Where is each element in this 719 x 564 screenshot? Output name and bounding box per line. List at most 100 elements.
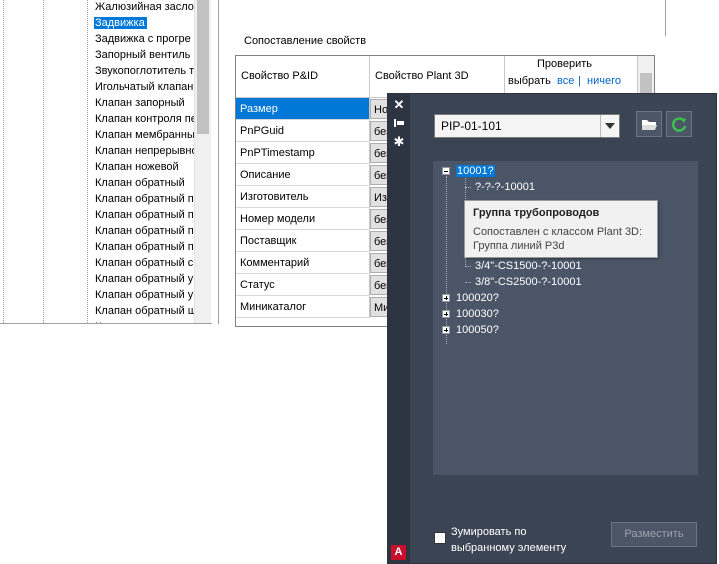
tree-line — [446, 176, 447, 344]
close-icon[interactable]: ✕ — [392, 98, 406, 112]
pid-property-cell[interactable]: Миникаталог — [236, 296, 370, 318]
tree-item[interactable]: Игольчатый клапан — [94, 80, 195, 95]
collapse-icon[interactable] — [442, 167, 450, 175]
expand-icon[interactable] — [442, 310, 450, 318]
tree-item-label: Клапан обратный у — [95, 289, 194, 301]
app-logo: A — [391, 545, 406, 560]
tree-node-collapsed[interactable]: 100030? — [456, 306, 499, 322]
settings-icon[interactable]: ✱ — [392, 135, 406, 149]
tree-item-label: Клапан обратный — [95, 177, 185, 189]
tree-line — [465, 282, 471, 283]
tree-node-child[interactable]: 3/8"-CS2500-?-10001 — [475, 274, 582, 290]
line-group-value: PIP-01-101 — [441, 119, 502, 133]
tree-item[interactable]: Клапан обратный — [94, 176, 187, 191]
tree-item[interactable]: Клапан обратный п — [94, 192, 196, 207]
divider — [0, 323, 212, 324]
tooltip-title: Группа трубопроводов — [473, 207, 600, 219]
column-header-pid[interactable]: Свойство P&ID — [236, 56, 370, 98]
tree-item[interactable]: Клапан контроля пе — [94, 112, 199, 127]
tree-node-collapsed[interactable]: 100050? — [456, 322, 499, 338]
column-header-pid-label: Свойство P&ID — [241, 70, 319, 82]
tree-item-label: Клапан непрерывно — [95, 145, 198, 157]
tree-item[interactable]: Клапан запорный — [94, 96, 187, 111]
tree-guide-lines — [3, 0, 88, 324]
open-folder-button[interactable] — [636, 111, 662, 137]
zoom-checkbox[interactable] — [434, 532, 446, 544]
tree-node-collapsed[interactable]: 100020? — [456, 290, 499, 306]
tree-item[interactable]: Клапан обратный щ — [94, 304, 199, 319]
tooltip-line: Сопоставлен с классом Plant 3D: — [473, 226, 643, 238]
tree-item[interactable]: Звукопоглотитель т — [94, 64, 196, 79]
pid-property-cell[interactable]: PnPTimestamp — [236, 142, 370, 164]
refresh-button[interactable] — [666, 111, 692, 137]
tooltip-body: Сопоставлен с классом Plant 3D: Группа л… — [473, 225, 642, 253]
tree-item[interactable]: Клапан обратный п — [94, 224, 196, 239]
tree-scrollbar[interactable] — [194, 0, 211, 324]
tree-item[interactable]: Задвижка — [94, 16, 147, 31]
tree-item-label: Клапан мембранны — [95, 129, 195, 141]
tree-node-root[interactable]: 10001? — [456, 163, 495, 179]
tree-item-label: Клапан обратный п — [95, 209, 194, 221]
link-separator: | — [578, 75, 581, 87]
folder-icon — [642, 120, 657, 130]
column-header-plant-label: Свойство Plant 3D — [375, 70, 469, 82]
tree-line — [465, 266, 471, 267]
tree-item-label: Игольчатый клапан — [95, 81, 194, 93]
column-header-check: Проверить выбрать все | ничего — [505, 56, 638, 98]
pid-property-cell[interactable]: Поставщик — [236, 230, 370, 252]
mapping-title: Сопоставление свойств — [244, 35, 367, 47]
tree-item[interactable]: Задвижка с прогре — [94, 32, 193, 47]
tree-item-label: Клапан обратный щ — [95, 305, 197, 317]
select-all-link[interactable]: все — [557, 75, 574, 87]
pid-property-cell[interactable]: Изготовитель — [236, 186, 370, 208]
select-label: выбрать — [508, 75, 551, 87]
tree-item[interactable]: Клапан обратный п — [94, 208, 196, 223]
pid-property-cell[interactable]: Описание — [236, 164, 370, 186]
tooltip: Группа трубопроводов Сопоставлен с класс… — [464, 200, 658, 258]
pid-property-cell[interactable]: Комментарий — [236, 252, 370, 274]
tree-item[interactable]: Клапан ножевой — [94, 160, 181, 175]
palette-title-bar[interactable]: ✕ ✱ СПИСОК ЛИНИЙ P&ID A — [340, 94, 410, 563]
expand-icon[interactable] — [442, 326, 450, 334]
pid-property-cell[interactable]: Размер — [236, 98, 370, 120]
tree-item-label: Запорный вентиль — [95, 49, 191, 61]
tree-item-label: Задвижка с прогре — [95, 33, 191, 45]
tree-item[interactable]: Клапан непрерывно — [94, 144, 200, 159]
expand-icon[interactable] — [442, 294, 450, 302]
zoom-checkbox-label: Зумировать по выбранному элементу — [451, 526, 567, 554]
tree-item[interactable]: Запорный вентиль — [94, 48, 192, 63]
refresh-icon — [672, 117, 687, 132]
place-button[interactable]: Разместить — [611, 522, 697, 547]
pid-line-list-palette: ✕ ✱ СПИСОК ЛИНИЙ P&ID A PIP-01-101 10001… — [340, 93, 717, 564]
pid-property-cell[interactable]: Статус — [236, 274, 370, 296]
tree-line — [465, 187, 471, 188]
tree-scroll-thumb[interactable] — [197, 0, 209, 134]
tree-item[interactable]: Жалюзийная засло — [94, 0, 196, 15]
check-header-label: Проверить — [537, 58, 593, 70]
tree-item-label: Клапан обратный у — [95, 273, 194, 285]
pin-icon[interactable] — [392, 116, 406, 130]
select-none-link[interactable]: ничего — [587, 75, 621, 87]
tree-item[interactable]: Клапан обратный с — [94, 256, 195, 271]
tree-item[interactable]: Клапан мембранны — [94, 128, 197, 143]
column-header-plant[interactable]: Свойство Plant 3D — [370, 56, 505, 98]
tree-item-label: Задвижка — [94, 17, 147, 29]
tree-node-child[interactable]: ?-?-?-10001 — [475, 179, 535, 195]
tree-item[interactable]: Клапан обратный у — [94, 272, 195, 287]
pid-property-cell[interactable]: Номер модели — [236, 208, 370, 230]
tree-item-label: Звукопоглотитель т — [95, 65, 195, 77]
catalog-tree[interactable]: Жалюзийная засло Задвижка Задвижка с прогр… — [0, 0, 212, 324]
palette-title: СПИСОК ЛИНИЙ P&ID — [340, 433, 352, 555]
tree-item-label: Клапан ножевой — [95, 161, 179, 173]
tree-item-label: Жалюзийная засло — [95, 1, 194, 13]
tree-item-label: Клапан обратный п — [95, 193, 194, 205]
line-group-dropdown[interactable]: PIP-01-101 — [434, 114, 620, 138]
chevron-down-icon[interactable] — [600, 115, 619, 137]
tree-item-label: Клапан контроля пе — [95, 113, 197, 125]
tree-item[interactable]: Клапан обратный у — [94, 288, 195, 303]
tooltip-line: Группа линий P3d — [473, 240, 565, 252]
tree-item-label: Клапан обратный п — [95, 241, 194, 253]
tree-node-child[interactable]: 3/4"-CS1500-?-10001 — [475, 258, 582, 274]
pid-property-cell[interactable]: PnPGuid — [236, 120, 370, 142]
tree-item[interactable]: Клапан обратный п — [94, 240, 196, 255]
